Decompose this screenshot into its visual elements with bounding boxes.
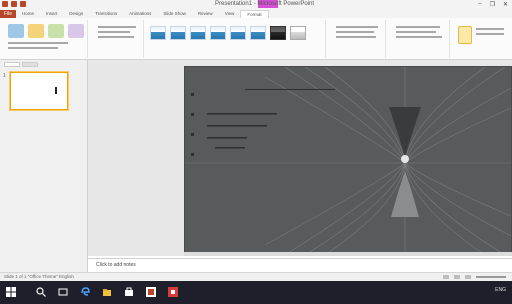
- picture-style-8[interactable]: [290, 26, 306, 40]
- panel-tabs: [4, 62, 38, 67]
- quick-access-toolbar: [2, 1, 26, 7]
- tab-review[interactable]: Review: [192, 10, 219, 18]
- picture-style-5[interactable]: [230, 26, 246, 40]
- picture-styles-group: [148, 20, 326, 58]
- powerpoint-icon[interactable]: [146, 287, 156, 297]
- ribbon: [0, 18, 512, 60]
- reading-view-icon[interactable]: [465, 275, 471, 279]
- horizontal-scrollbar[interactable]: [184, 252, 512, 256]
- view-controls: [443, 275, 506, 279]
- crop-icon[interactable]: [458, 26, 472, 44]
- tab-view[interactable]: View: [219, 10, 241, 18]
- title-bar: Presentation1 - Microsoft PowerPoint – ❐…: [0, 0, 512, 10]
- undo-icon[interactable]: [11, 1, 17, 7]
- notes-placeholder: Click to add notes: [96, 262, 136, 268]
- size-fields[interactable]: [476, 28, 506, 35]
- tab-insert[interactable]: Insert: [40, 10, 63, 18]
- zoom-slider[interactable]: [476, 276, 506, 278]
- picture-style-7[interactable]: [270, 26, 286, 40]
- slide-sorter-icon[interactable]: [454, 275, 460, 279]
- thumbnail-mark: [55, 87, 57, 94]
- window-title: Presentation1 - Microsoft PowerPoint: [215, 1, 315, 7]
- save-icon[interactable]: [2, 1, 8, 7]
- store-icon[interactable]: [124, 287, 134, 297]
- picture-border-commands[interactable]: [336, 26, 380, 38]
- tab-animations[interactable]: Animations: [123, 10, 157, 18]
- redo-icon[interactable]: [20, 1, 26, 7]
- powerpoint-window: Presentation1 - Microsoft PowerPoint – ❐…: [0, 0, 512, 304]
- edge-icon[interactable]: [80, 287, 90, 297]
- color-icon[interactable]: [48, 24, 64, 38]
- notes-pane[interactable]: Click to add notes: [88, 258, 512, 272]
- tab-transitions[interactable]: Transitions: [89, 10, 123, 18]
- compress-commands[interactable]: [98, 26, 138, 38]
- slide-canvas[interactable]: [184, 66, 512, 254]
- corrections-icon[interactable]: [28, 24, 44, 38]
- tab-slide-show[interactable]: Slide Show: [157, 10, 192, 18]
- maximize-button[interactable]: ❐: [490, 1, 495, 8]
- slide-thumbnail[interactable]: [10, 72, 68, 110]
- slides-panel: 1: [0, 60, 88, 272]
- window-controls: – ❐ ✕: [478, 1, 508, 8]
- graph-picture[interactable]: [185, 67, 512, 254]
- tab-file[interactable]: File: [0, 10, 16, 18]
- arrange-commands[interactable]: [396, 26, 444, 38]
- artistic-effects-icon[interactable]: [68, 24, 84, 38]
- app-icon[interactable]: [168, 287, 178, 297]
- compress-group: [92, 20, 144, 58]
- status-text: Slide 1 of 1 "Office Theme" English: [4, 274, 74, 279]
- ribbon-tabs: File Home Insert Design Transitions Anim…: [0, 9, 512, 19]
- tab-home[interactable]: Home: [16, 10, 40, 18]
- slide-number: 1: [3, 73, 6, 79]
- windows-start-icon[interactable]: [6, 287, 16, 297]
- search-icon[interactable]: [36, 287, 46, 297]
- picture-style-2[interactable]: [170, 26, 186, 40]
- remove-background-icon[interactable]: [8, 24, 24, 38]
- picture-styles-gallery: [150, 26, 306, 40]
- tab-design[interactable]: Design: [63, 10, 89, 18]
- close-button[interactable]: ✕: [503, 1, 508, 8]
- task-view-icon[interactable]: [58, 287, 68, 297]
- size-group: [454, 20, 510, 58]
- minimize-button[interactable]: –: [478, 1, 481, 8]
- picture-style-3[interactable]: [190, 26, 206, 40]
- windows-taskbar: ENG: [0, 281, 512, 304]
- picture-style-1[interactable]: [150, 26, 166, 40]
- tab-outline[interactable]: [22, 62, 38, 67]
- tab-slides[interactable]: [4, 62, 20, 67]
- status-bar: Slide 1 of 1 "Office Theme" English: [0, 272, 512, 281]
- picture-style-4[interactable]: [210, 26, 226, 40]
- slide-editing-area: [88, 60, 512, 256]
- system-tray[interactable]: ENG: [495, 287, 506, 293]
- adjust-group: [4, 20, 88, 58]
- picture-style-6[interactable]: [250, 26, 266, 40]
- arrange-group: [390, 20, 450, 58]
- picture-effects-group: [330, 20, 386, 58]
- file-explorer-icon[interactable]: [102, 287, 112, 297]
- adjust-small-commands[interactable]: [8, 42, 78, 49]
- normal-view-icon[interactable]: [443, 275, 449, 279]
